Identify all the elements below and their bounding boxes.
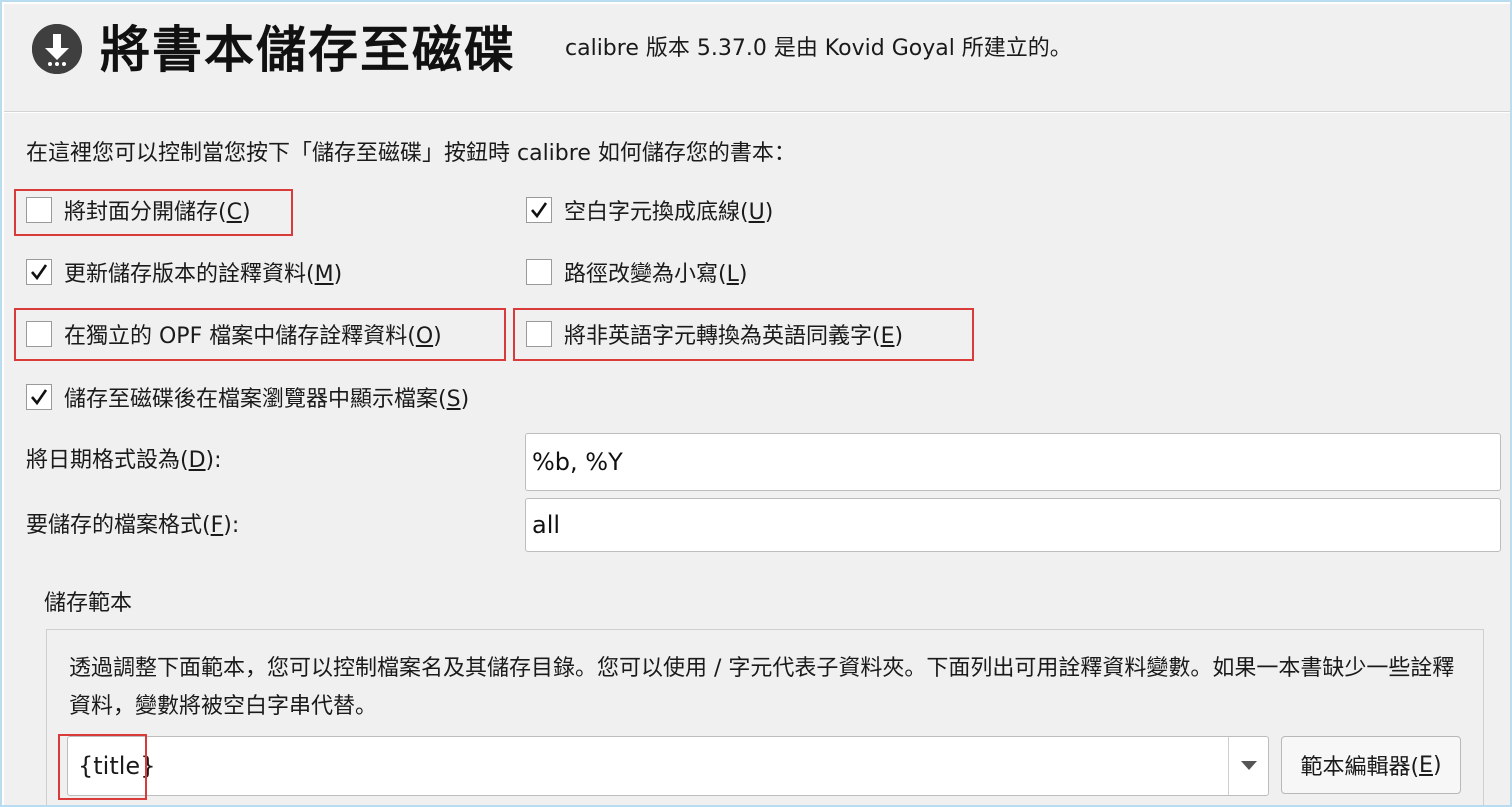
date-format-input[interactable]: %b, %Y — [525, 433, 1501, 491]
checkbox-box[interactable] — [26, 197, 52, 223]
asciiize-checkbox[interactable]: 將非英語字元轉換為英語同義字(E) — [526, 317, 903, 351]
intro-text: 在這裡您可以控制當您按下「儲存至磁碟」按鈕時 calibre 如何儲存您的書本： — [26, 141, 796, 166]
download-icon — [32, 24, 82, 74]
version-text: calibre 版本 5.37.0 是由 Kovid Goyal 所建立的。 — [565, 36, 1072, 61]
file-formats-input[interactable]: all — [525, 498, 1501, 552]
page-title: 將書本儲存至磁碟 — [100, 21, 516, 79]
checkbox-label: 路徑改變為小寫(L) — [564, 262, 748, 287]
update-metadata-checkbox[interactable]: 更新儲存版本的詮釋資料(M) — [26, 255, 342, 289]
date-format-label: 將日期格式設為(D): — [26, 448, 222, 473]
lowercase-path-checkbox[interactable]: 路徑改變為小寫(L) — [526, 255, 747, 289]
show-in-browser-checkbox[interactable]: 儲存至磁碟後在檔案瀏覽器中顯示檔案(S) — [26, 380, 469, 414]
checkbox-box[interactable] — [526, 197, 552, 223]
checkbox-box[interactable] — [26, 384, 52, 410]
checkbox-label: 儲存至磁碟後在檔案瀏覽器中顯示檔案(S) — [64, 387, 470, 412]
checkbox-box[interactable] — [526, 321, 552, 347]
template-combobox[interactable]: {title} — [67, 736, 1269, 796]
checkbox-box[interactable] — [26, 321, 52, 347]
checkmark-icon — [31, 264, 48, 281]
checkbox-label: 更新儲存版本的詮釋資料(M) — [64, 262, 343, 287]
preferences-window: 將書本儲存至磁碟 calibre 版本 5.37.0 是由 Kovid Goya… — [0, 0, 1512, 807]
save-opf-checkbox[interactable]: 在獨立的 OPF 檔案中儲存詮釋資料(O) — [26, 317, 442, 351]
template-value[interactable]: {title} — [78, 737, 155, 795]
template-group-title: 儲存範本 — [44, 591, 133, 616]
template-editor-button[interactable]: 範本編輯器(E) — [1281, 736, 1461, 794]
save-cover-checkbox[interactable]: 將封面分開儲存(C) — [26, 193, 251, 227]
template-description: 透過調整下面範本，您可以控制檔案名及其儲存目錄。您可以使用 / 字元代表子資料夾… — [69, 656, 1455, 719]
checkmark-icon — [531, 202, 548, 219]
checkmark-icon — [31, 389, 48, 406]
template-group: 透過調整下面範本，您可以控制檔案名及其儲存目錄。您可以使用 / 字元代表子資料夾… — [46, 629, 1484, 805]
file-formats-label: 要儲存的檔案格式(F): — [26, 513, 240, 538]
checkbox-box[interactable] — [26, 259, 52, 285]
replace-space-checkbox[interactable]: 空白字元換成底線(U) — [526, 193, 773, 227]
checkbox-label: 空白字元換成底線(U) — [564, 200, 774, 225]
checkbox-label: 在獨立的 OPF 檔案中儲存詮釋資料(O) — [64, 324, 442, 349]
settings-panel: 在這裡您可以控制當您按下「儲存至磁碟」按鈕時 calibre 如何儲存您的書本：… — [4, 113, 1510, 805]
header: 將書本儲存至磁碟 calibre 版本 5.37.0 是由 Kovid Goya… — [4, 4, 1510, 112]
dropdown-arrow-icon[interactable] — [1228, 737, 1268, 795]
checkbox-label: 將非英語字元轉換為英語同義字(E) — [564, 324, 904, 349]
checkbox-box[interactable] — [526, 259, 552, 285]
checkbox-label: 將封面分開儲存(C) — [64, 200, 251, 225]
